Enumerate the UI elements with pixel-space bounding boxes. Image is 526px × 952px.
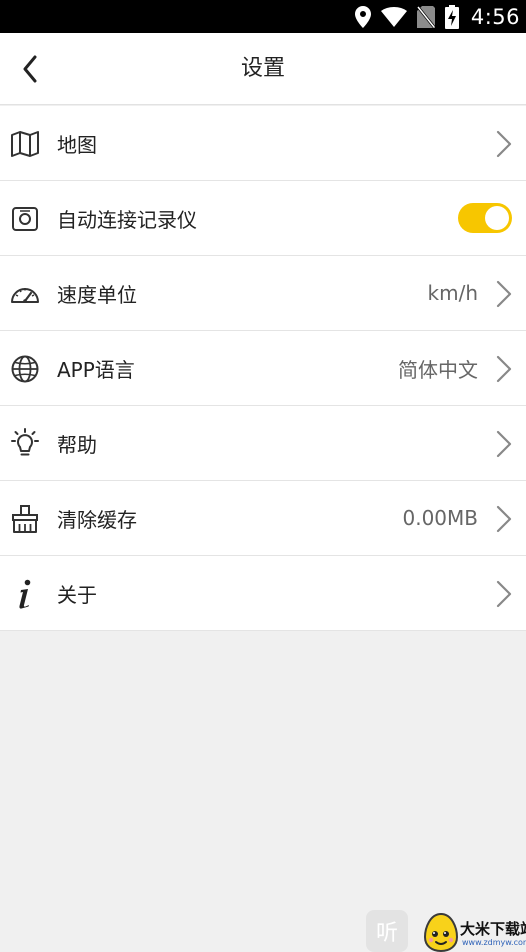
setting-label: 清除缓存 bbox=[57, 507, 137, 532]
chevron-right-icon bbox=[496, 580, 512, 608]
setting-label: 帮助 bbox=[57, 432, 97, 457]
status-bar: 4:56 bbox=[0, 0, 526, 33]
map-icon bbox=[8, 127, 42, 161]
watermark: 听 大米下载站 www.zdmyw.com bbox=[366, 908, 526, 952]
setting-label: APP语言 bbox=[57, 357, 135, 382]
setting-row-about[interactable]: 关于 bbox=[0, 556, 526, 631]
chevron-right-icon bbox=[496, 355, 512, 383]
camera-icon bbox=[8, 202, 42, 236]
battery-charging-icon bbox=[444, 4, 459, 29]
chevron-right-icon bbox=[496, 430, 512, 458]
speedometer-icon bbox=[8, 277, 42, 311]
lightbulb-icon bbox=[8, 427, 42, 461]
setting-row-auto-connect: 自动连接记录仪 bbox=[0, 181, 526, 256]
chevron-right-icon bbox=[496, 505, 512, 533]
globe-icon bbox=[8, 352, 42, 386]
setting-label: 速度单位 bbox=[57, 282, 137, 307]
toggle-knob bbox=[485, 206, 509, 230]
setting-label: 关于 bbox=[57, 582, 97, 607]
no-sim-icon bbox=[416, 5, 435, 28]
watermark-url: www.zdmyw.com bbox=[462, 938, 526, 947]
setting-value: 简体中文 bbox=[398, 357, 478, 382]
listen-button[interactable]: 听 bbox=[366, 910, 408, 952]
setting-value: km/h bbox=[427, 281, 478, 305]
watermark-logo bbox=[423, 912, 459, 952]
broom-icon bbox=[8, 502, 42, 536]
location-pin-icon bbox=[354, 5, 371, 28]
auto-connect-toggle[interactable] bbox=[458, 203, 512, 233]
status-time: 4:56 bbox=[470, 4, 520, 29]
page-title: 设置 bbox=[240, 56, 285, 81]
setting-row-clear-cache[interactable]: 清除缓存 0.00MB bbox=[0, 481, 526, 556]
chevron-right-icon bbox=[496, 130, 512, 158]
wifi-icon bbox=[380, 6, 407, 27]
app-header: 设置 bbox=[0, 33, 526, 105]
setting-value: 0.00MB bbox=[402, 506, 478, 530]
setting-label: 自动连接记录仪 bbox=[57, 207, 197, 232]
setting-row-map[interactable]: 地图 bbox=[0, 106, 526, 181]
setting-row-help[interactable]: 帮助 bbox=[0, 406, 526, 481]
setting-row-speed-unit[interactable]: 速度单位 km/h bbox=[0, 256, 526, 331]
chevron-right-icon bbox=[496, 280, 512, 308]
watermark-brand: 大米下载站 bbox=[460, 920, 526, 938]
setting-row-app-language[interactable]: APP语言 简体中文 bbox=[0, 331, 526, 406]
setting-label: 地图 bbox=[57, 132, 97, 157]
settings-list: 地图 自动连接记录仪 速度单位 km/h APP语言 简体中文 帮助 清除缓存 … bbox=[0, 106, 526, 631]
info-icon bbox=[8, 577, 42, 611]
